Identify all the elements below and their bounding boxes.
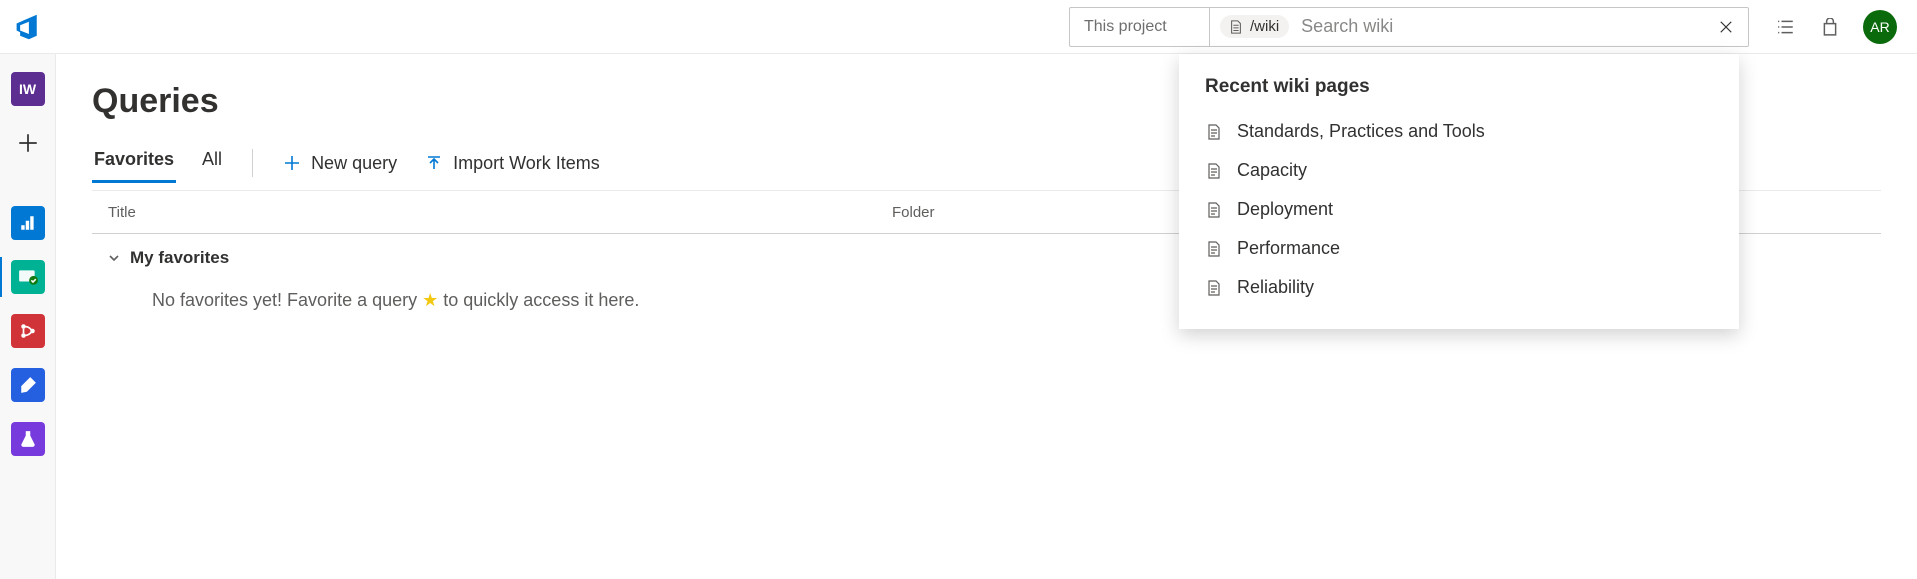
search-scope-pill[interactable]: /wiki [1220, 15, 1289, 38]
dropdown-item[interactable]: Capacity [1205, 151, 1713, 190]
group-label: My favorites [130, 248, 229, 268]
document-icon [1228, 19, 1244, 35]
project-tile[interactable]: IW [11, 72, 45, 106]
nav-repos[interactable] [11, 314, 45, 348]
add-button[interactable] [11, 126, 45, 160]
nav-boards[interactable] [11, 260, 45, 294]
document-icon [1205, 240, 1223, 258]
new-query-button[interactable]: New query [281, 149, 399, 178]
dropdown-item[interactable]: Standards, Practices and Tools [1205, 112, 1713, 151]
search-clear-button[interactable] [1712, 13, 1740, 41]
nav-overview[interactable] [11, 206, 45, 240]
import-work-items-button[interactable]: Import Work Items [423, 149, 602, 178]
dropdown-item[interactable]: Deployment [1205, 190, 1713, 229]
new-query-label: New query [311, 153, 397, 174]
star-icon: ★ [422, 290, 438, 310]
search-scope-label: This project [1084, 18, 1167, 36]
dropdown-item-label: Standards, Practices and Tools [1237, 121, 1485, 142]
search-input[interactable] [1289, 16, 1712, 37]
list-icon[interactable] [1775, 16, 1797, 38]
tab-all[interactable]: All [200, 143, 224, 183]
dropdown-item[interactable]: Reliability [1205, 268, 1713, 307]
dropdown-item[interactable]: Performance [1205, 229, 1713, 268]
empty-text-after: to quickly access it here. [438, 290, 639, 310]
dropdown-list: Standards, Practices and Tools Capacity … [1205, 112, 1713, 307]
top-bar: This project /wiki AR [0, 0, 1917, 54]
search-scope-pill-text: /wiki [1250, 18, 1279, 35]
dropdown-item-label: Performance [1237, 238, 1340, 259]
nav-test-plans[interactable] [11, 422, 45, 456]
avatar-initials: AR [1870, 19, 1889, 35]
search-box[interactable]: /wiki [1209, 7, 1749, 47]
divider [252, 149, 253, 177]
tab-favorites[interactable]: Favorites [92, 143, 176, 183]
user-avatar[interactable]: AR [1863, 10, 1897, 44]
tabs: Favorites All [92, 143, 224, 183]
dropdown-heading: Recent wiki pages [1205, 76, 1713, 98]
left-nav-rail: IW [0, 54, 56, 579]
plus-icon [283, 154, 301, 172]
nav-pipelines[interactable] [11, 368, 45, 402]
import-icon [425, 154, 443, 172]
chevron-down-icon [106, 250, 122, 266]
top-actions: AR [1749, 10, 1917, 44]
document-icon [1205, 279, 1223, 297]
shopping-bag-icon[interactable] [1819, 16, 1841, 38]
dropdown-item-label: Capacity [1237, 160, 1307, 181]
document-icon [1205, 162, 1223, 180]
document-icon [1205, 123, 1223, 141]
import-label: Import Work Items [453, 153, 600, 174]
dropdown-item-label: Deployment [1237, 199, 1333, 220]
empty-text-before: No favorites yet! Favorite a query [152, 290, 422, 310]
document-icon [1205, 201, 1223, 219]
column-title[interactable]: Title [92, 204, 892, 221]
azure-devops-logo[interactable] [0, 13, 56, 41]
search-suggestions-dropdown: Recent wiki pages Standards, Practices a… [1179, 54, 1739, 329]
dropdown-item-label: Reliability [1237, 277, 1314, 298]
search-scope-dropdown[interactable]: This project [1069, 7, 1209, 47]
project-initials: IW [19, 81, 36, 97]
